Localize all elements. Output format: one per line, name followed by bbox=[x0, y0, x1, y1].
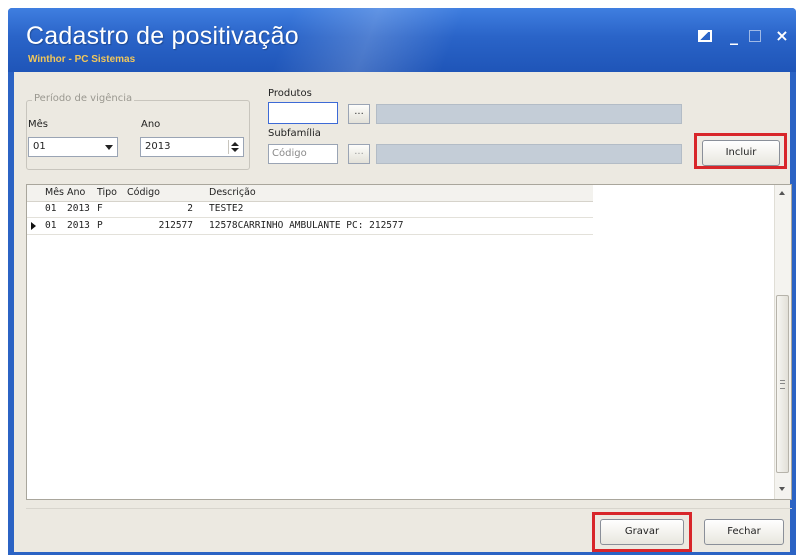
cell-tipo: F bbox=[97, 203, 103, 214]
gravar-highlight bbox=[592, 512, 692, 552]
column-header-descricao[interactable]: Descrição bbox=[209, 187, 256, 198]
table-row[interactable]: 01 2013 F 2 TESTE2 bbox=[27, 201, 593, 218]
grid-vertical-scrollbar[interactable] bbox=[774, 185, 791, 499]
cell-mes: 01 bbox=[45, 203, 57, 214]
table-row-current[interactable]: 01 2013 P 212577 12578CARRINHO AMBULANTE… bbox=[27, 218, 593, 235]
cell-codigo: 212577 bbox=[158, 220, 193, 231]
column-header-ano[interactable]: Ano bbox=[67, 187, 85, 198]
periodo-vigencia-group bbox=[26, 100, 250, 170]
main-window: Cadastro de positivação Winthor - PC Sis… bbox=[8, 8, 796, 555]
current-row-indicator-icon bbox=[31, 222, 36, 230]
window-title: Cadastro de positivação bbox=[26, 22, 299, 50]
produtos-lookup-button[interactable]: ... bbox=[348, 104, 370, 124]
minimize-icon[interactable]: _ bbox=[724, 26, 744, 46]
mes-select[interactable]: 01 bbox=[28, 137, 118, 157]
scroll-down-icon[interactable] bbox=[779, 487, 785, 491]
window-subtitle: Winthor - PC Sistemas bbox=[28, 54, 136, 65]
positivacao-grid[interactable]: Mês Ano Tipo Código Descrição 01 2013 F … bbox=[26, 184, 792, 500]
spin-up-icon[interactable] bbox=[231, 142, 239, 146]
produtos-label: Produtos bbox=[268, 88, 312, 99]
cell-descricao: 12578CARRINHO AMBULANTE PC: 212577 bbox=[209, 220, 404, 231]
scrollbar-thumb[interactable] bbox=[776, 295, 789, 473]
maximize-icon[interactable] bbox=[749, 30, 761, 42]
column-header-mes[interactable]: Mês bbox=[45, 187, 64, 198]
ano-spinner[interactable]: 2013 bbox=[140, 137, 244, 157]
footer-divider bbox=[26, 508, 792, 509]
grid-header: Mês Ano Tipo Código Descrição bbox=[27, 185, 593, 202]
cell-ano: 2013 bbox=[67, 220, 90, 231]
produtos-code-input[interactable] bbox=[268, 102, 338, 124]
close-icon[interactable]: × bbox=[772, 26, 792, 46]
subfamilia-lookup-button[interactable]: ... bbox=[348, 144, 370, 164]
mes-label: Mês bbox=[28, 119, 48, 130]
subfamilia-code-input[interactable]: Código bbox=[268, 144, 338, 164]
fechar-button[interactable]: Fechar bbox=[704, 519, 784, 545]
produtos-description-field bbox=[376, 104, 682, 124]
column-header-tipo[interactable]: Tipo bbox=[97, 187, 117, 198]
mes-select-value: 01 bbox=[33, 141, 46, 152]
cell-codigo: 2 bbox=[187, 203, 193, 214]
cell-tipo: P bbox=[97, 220, 103, 231]
subfamilia-description-field bbox=[376, 144, 682, 164]
scroll-up-icon[interactable] bbox=[779, 191, 785, 195]
grip-icon bbox=[780, 380, 785, 389]
ano-label: Ano bbox=[141, 119, 161, 130]
subfamilia-label: Subfamília bbox=[268, 128, 321, 139]
restore-icon[interactable] bbox=[698, 30, 712, 42]
spin-down-icon[interactable] bbox=[231, 148, 239, 152]
incluir-highlight bbox=[694, 133, 787, 169]
spinner-buttons[interactable] bbox=[228, 140, 241, 154]
ano-spinner-value: 2013 bbox=[145, 141, 171, 152]
cell-ano: 2013 bbox=[67, 203, 90, 214]
chevron-down-icon[interactable] bbox=[105, 145, 113, 150]
periodo-vigencia-legend: Período de vigência bbox=[32, 93, 135, 104]
column-header-codigo[interactable]: Código bbox=[127, 187, 160, 198]
form-body: Período de vigência Mês Ano 01 2013 Prod… bbox=[14, 72, 792, 552]
cell-descricao: TESTE2 bbox=[209, 203, 244, 214]
title-bar: Cadastro de positivação Winthor - PC Sis… bbox=[8, 8, 796, 72]
cell-mes: 01 bbox=[45, 220, 57, 231]
